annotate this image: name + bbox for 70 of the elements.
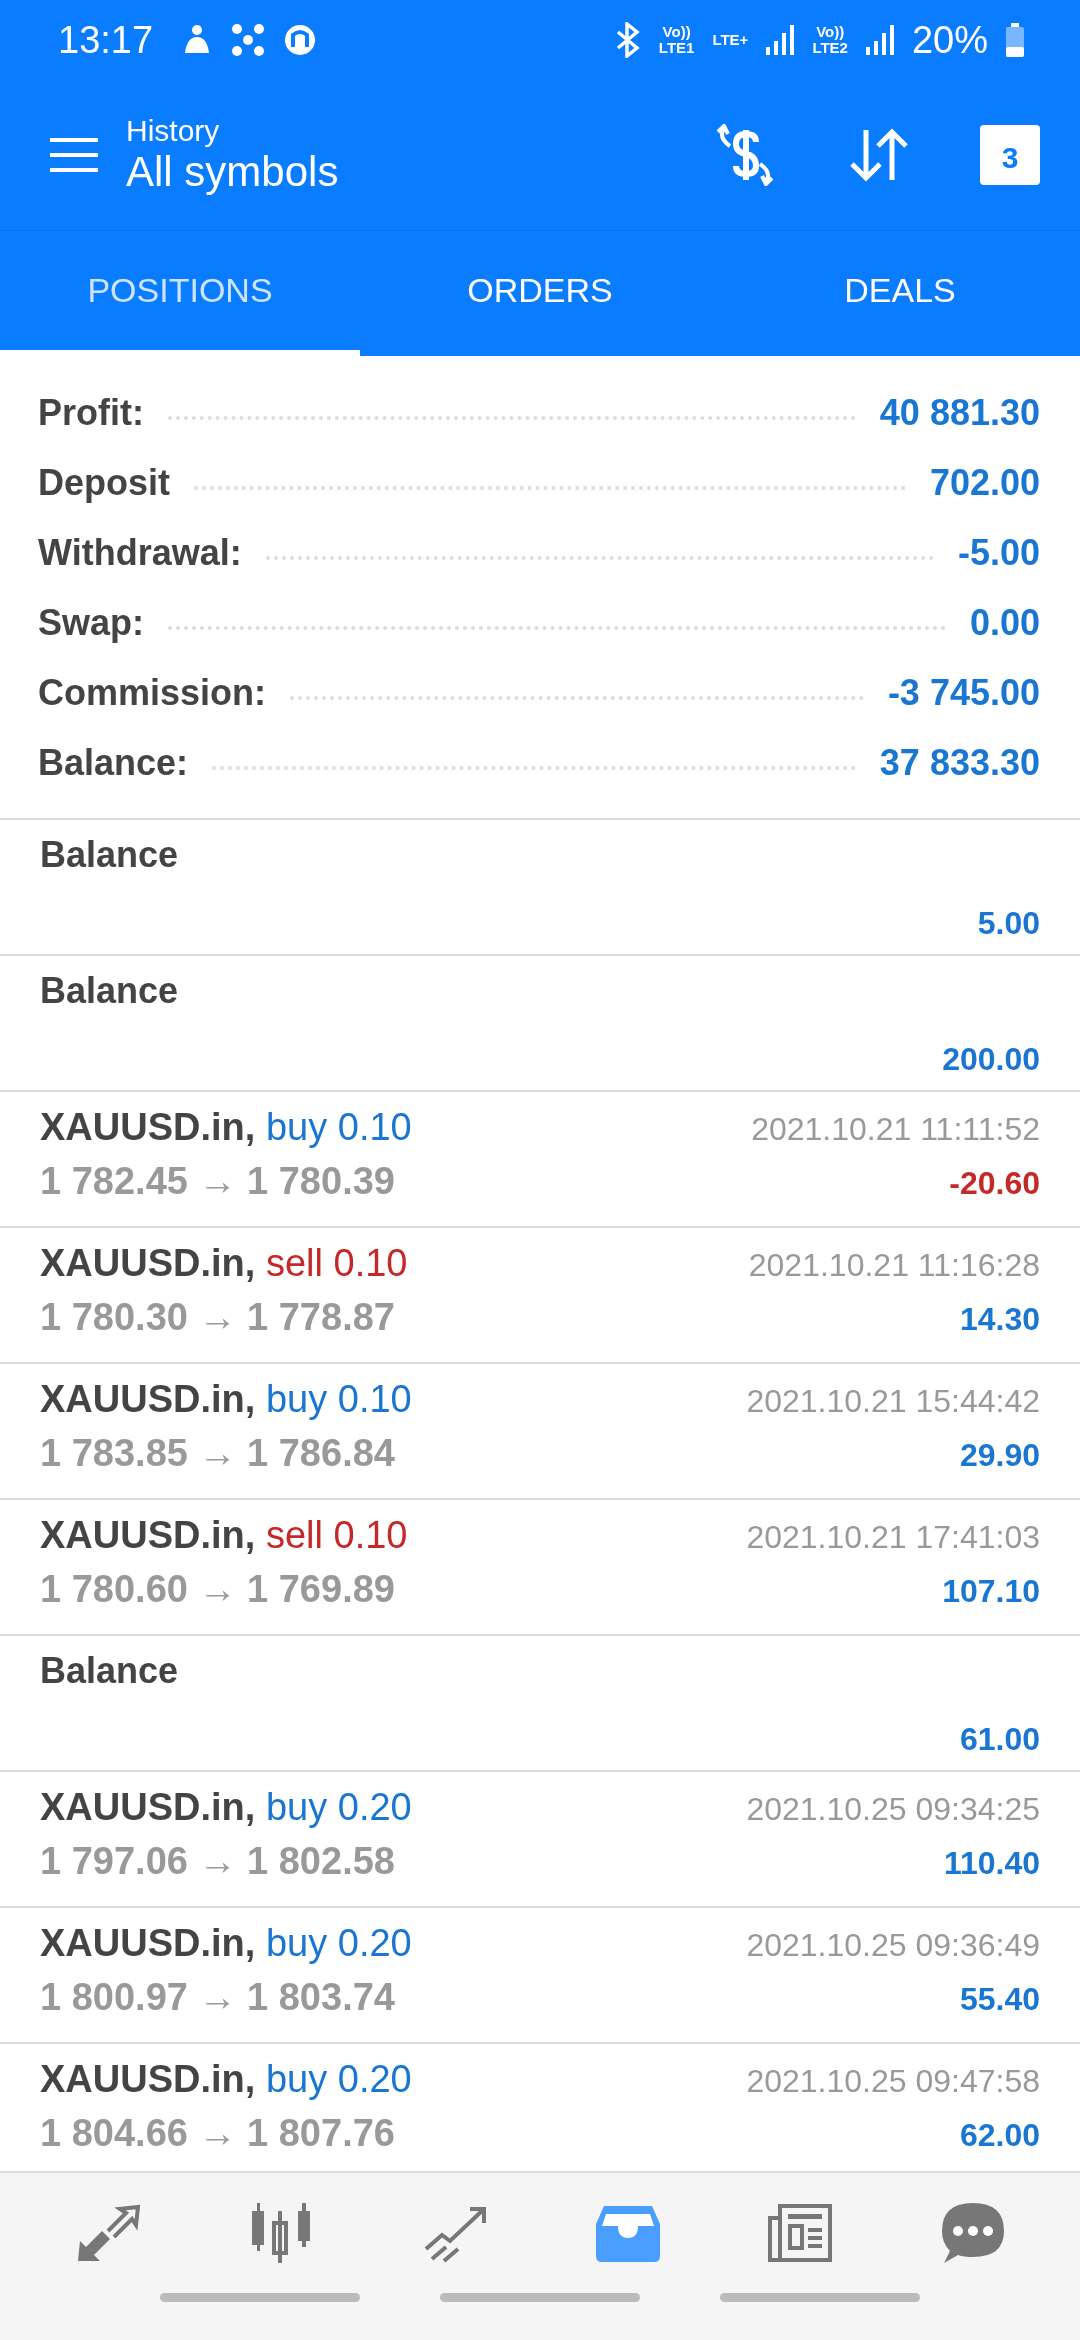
battery-icon xyxy=(1006,23,1024,57)
signal-icon xyxy=(865,25,894,55)
deal-time: 2021.10.25 09:47:58 xyxy=(746,2063,1040,2100)
summary-value: 37 833.30 xyxy=(879,742,1040,784)
deal-time: 2021.10.25 09:36:49 xyxy=(746,1927,1040,1964)
summary-value: 702.00 xyxy=(929,462,1040,504)
tab[interactable]: DEALS xyxy=(720,231,1080,356)
profit-amount: 110.40 xyxy=(943,1845,1040,1882)
deal-time: 2021.10.21 11:16:28 xyxy=(748,1247,1040,1284)
price-range: 1 780.30 → 1 778.87 xyxy=(40,1296,395,1339)
app-icon xyxy=(283,23,318,57)
entry-type: Balance xyxy=(40,1650,179,1692)
chat-bubble-icon[interactable] xyxy=(940,2201,1006,2265)
battery-percent: 20% xyxy=(911,18,988,62)
price-range: 1 782.45 → 1 780.39 xyxy=(40,1160,395,1203)
deal-title: XAUUSD.in, buy 0.10 xyxy=(40,1378,412,1421)
summary-label: Commission: xyxy=(38,672,267,714)
summary-value: 40 881.30 xyxy=(879,392,1040,434)
tab[interactable]: POSITIONS xyxy=(0,231,360,356)
network-label: Vo)) xyxy=(661,24,692,40)
profit-amount: 55.40 xyxy=(959,1981,1040,2018)
network-label: LTE1 xyxy=(658,40,695,56)
deal-time: 2021.10.25 09:34:25 xyxy=(746,1791,1040,1828)
profit-amount: 14.30 xyxy=(959,1301,1040,1338)
summary-value: 0.00 xyxy=(969,602,1040,644)
deal-title: XAUUSD.in, buy 0.20 xyxy=(40,2058,412,2101)
price-range: 1 800.97 → 1 803.74 xyxy=(40,1976,395,2019)
amount: 5.00 xyxy=(977,905,1040,942)
network-label: LTE2 xyxy=(812,40,848,56)
price-range: 1 797.06 → 1 802.58 xyxy=(40,1840,395,1883)
newspaper-icon[interactable] xyxy=(768,2204,832,2262)
sort-icon[interactable] xyxy=(848,128,910,182)
entry-type: Balance xyxy=(40,970,179,1012)
deal-title: XAUUSD.in, buy 0.10 xyxy=(40,1106,412,1149)
summary-label: Withdrawal: xyxy=(38,532,242,574)
flower-icon xyxy=(231,23,266,57)
profit-amount: 107.10 xyxy=(942,1573,1040,1610)
screen-title[interactable]: All symbols xyxy=(126,148,339,196)
summary-label: Deposit xyxy=(38,462,170,504)
deal-title: XAUUSD.in, buy 0.20 xyxy=(40,1922,412,1965)
deal-title: XAUUSD.in, sell 0.10 xyxy=(40,1242,408,1285)
bluetooth-icon xyxy=(614,22,641,58)
menu-icon[interactable] xyxy=(50,138,98,172)
summary-value: -5.00 xyxy=(957,532,1040,574)
deal-time: 2021.10.21 11:11:52 xyxy=(751,1111,1040,1148)
clock-time: 13:17 xyxy=(58,18,154,62)
profit-amount: 29.90 xyxy=(959,1437,1040,1474)
profit-amount: -20.60 xyxy=(949,1165,1040,1202)
summary-value: -3 745.00 xyxy=(887,672,1040,714)
tab[interactable]: ORDERS xyxy=(360,231,720,356)
profit-amount: 62.00 xyxy=(959,2117,1040,2154)
calendar-button[interactable]: 3 xyxy=(980,125,1040,185)
deal-time: 2021.10.21 17:41:03 xyxy=(746,1519,1040,1556)
deal-title: XAUUSD.in, buy 0.20 xyxy=(40,1786,412,1829)
network-label: LTE+ xyxy=(712,32,749,48)
entry-type: Balance xyxy=(40,834,179,876)
network-label: Vo)) xyxy=(815,24,846,40)
summary-label: Swap: xyxy=(38,602,144,644)
price-range: 1 780.60 → 1 769.89 xyxy=(40,1568,395,1611)
summary-label: Balance: xyxy=(38,742,189,784)
summary-label: Profit: xyxy=(38,392,144,434)
screen-subtitle: History xyxy=(126,114,220,148)
inbox-icon[interactable] xyxy=(596,2204,660,2262)
amount: 200.00 xyxy=(942,1041,1040,1078)
deal-title: XAUUSD.in, sell 0.10 xyxy=(40,1514,408,1557)
amount: 61.00 xyxy=(959,1721,1040,1758)
signal-icon xyxy=(766,25,795,55)
deal-time: 2021.10.21 15:44:42 xyxy=(746,1383,1040,1420)
price-range: 1 804.66 → 1 807.76 xyxy=(40,2112,395,2155)
price-range: 1 783.85 → 1 786.84 xyxy=(40,1432,395,1475)
